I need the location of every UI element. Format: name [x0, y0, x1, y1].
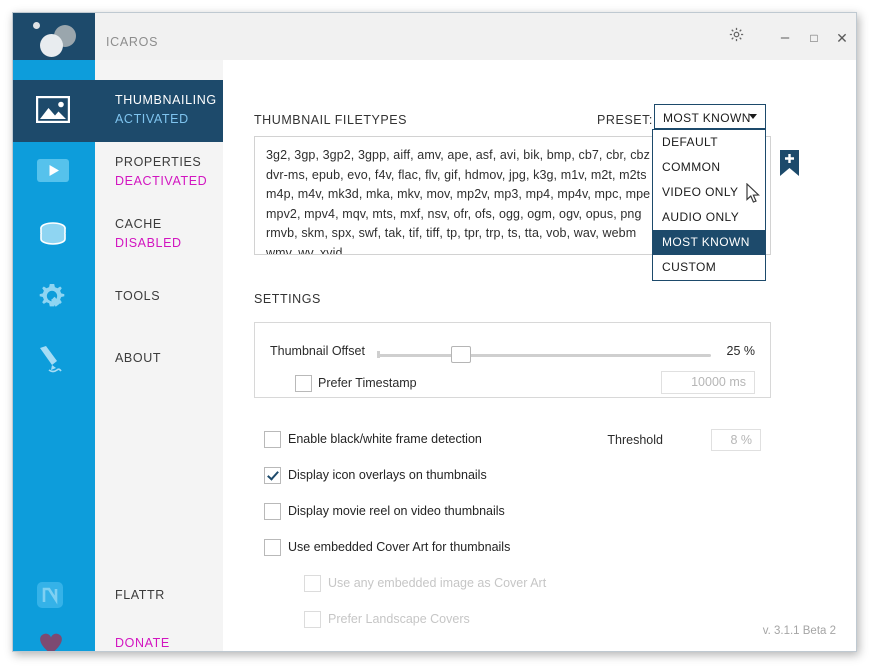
sidebar-item-properties[interactable]: PROPERTIES DEACTIVATED [13, 142, 223, 204]
image-icon [35, 95, 72, 126]
preset-dropdown-menu[interactable]: DEFAULT COMMON VIDEO ONLY AUDIO ONLY MOS… [652, 129, 766, 281]
thumbnail-offset-value: 25 % [726, 344, 756, 358]
preset-option-video-only[interactable]: VIDEO ONLY [653, 180, 765, 205]
preset-option-common[interactable]: COMMON [653, 155, 765, 180]
sidebar-item-status: DISABLED [115, 236, 182, 250]
sidebar-item-label: FLATTR [115, 588, 165, 602]
thumbnail-offset-group: Thumbnail Offset 25 % Prefer Timestamp 1… [254, 322, 771, 398]
version-label: v. 3.1.1 Beta 2 [762, 625, 836, 637]
threshold-input[interactable]: 8 % [711, 429, 761, 451]
minimize-button[interactable]: – [775, 28, 795, 48]
chevron-down-icon [749, 114, 757, 119]
option-row-landscape-covers: Prefer Landscape Covers [254, 610, 771, 632]
slider-track [377, 354, 711, 357]
flattr-icon [36, 581, 72, 611]
video-play-icon [36, 158, 72, 188]
display-icon-overlays-checkbox[interactable] [264, 467, 281, 484]
logo-bubble-small [33, 22, 40, 29]
close-button[interactable]: ✕ [832, 28, 852, 48]
title-bar: ICAROS – □ ✕ [13, 13, 856, 60]
option-row-any-embedded-image: Use any embedded image as Cover Art [254, 574, 771, 596]
logo-bubble-large [40, 34, 63, 57]
use-any-embedded-image-checkbox [304, 575, 321, 592]
option-label: Use any embedded image as Cover Art [328, 576, 547, 590]
sidebar-item-label: DONATE [115, 636, 170, 650]
preset-selected-value: MOST KNOWN [663, 111, 751, 125]
sidebar-item-label: ABOUT [115, 351, 162, 365]
thumbnail-offset-slider[interactable] [377, 346, 711, 363]
option-label: Use embedded Cover Art for thumbnails [288, 540, 511, 554]
sidebar-item-tools[interactable]: TOOLS [13, 266, 223, 328]
enable-bw-frame-detection-checkbox[interactable] [264, 431, 281, 448]
sidebar-item-about[interactable]: ABOUT [13, 328, 223, 390]
settings-gear-icon[interactable] [726, 26, 746, 46]
gear-wrench-icon [36, 282, 72, 312]
prefer-timestamp-label: Prefer Timestamp [318, 376, 417, 390]
preset-option-audio-only[interactable]: AUDIO ONLY [653, 205, 765, 230]
heart-icon [36, 629, 72, 651]
sidebar-item-label: PROPERTIES [115, 155, 202, 169]
option-row-movie-reel: Display movie reel on video thumbnails [254, 502, 771, 524]
sidebar-item-label: TOOLS [115, 289, 161, 303]
sidebar-item-label: CACHE [115, 217, 162, 231]
prefer-timestamp-row: Prefer Timestamp 10000 ms [255, 371, 770, 399]
preset-option-custom[interactable]: CUSTOM [653, 255, 765, 280]
database-stack-icon [36, 220, 72, 250]
option-label: Display movie reel on video thumbnails [288, 504, 505, 518]
threshold-label: Threshold [607, 433, 663, 447]
option-label: Display icon overlays on thumbnails [288, 468, 487, 482]
filetypes-heading: THUMBNAIL FILETYPES [254, 113, 408, 127]
option-row-cover-art: Use embedded Cover Art for thumbnails [254, 538, 771, 560]
sidebar-item-donate[interactable]: DONATE [13, 613, 223, 651]
option-row-icon-overlays: Display icon overlays on thumbnails [254, 466, 771, 488]
thumbnail-offset-label: Thumbnail Offset [270, 344, 365, 358]
preset-dropdown-button[interactable]: MOST KNOWN [654, 104, 766, 129]
app-logo [13, 13, 95, 60]
option-label: Prefer Landscape Covers [328, 612, 470, 626]
sidebar-item-status: DEACTIVATED [115, 174, 208, 188]
sidebar-item-cache[interactable]: CACHE DISABLED [13, 204, 223, 266]
pen-signature-icon [36, 344, 72, 374]
maximize-button[interactable]: □ [804, 28, 824, 48]
slider-thumb[interactable] [450, 346, 471, 363]
use-embedded-cover-art-checkbox[interactable] [264, 539, 281, 556]
preset-label: PRESET: [597, 113, 653, 127]
sidebar-item-label: THUMBNAILING [115, 93, 217, 107]
application-window: ICAROS – □ ✕ THUMBNAILING ACTIVATED PROP… [12, 12, 857, 652]
sidebar: THUMBNAILING ACTIVATED PROPERTIES DEACTI… [13, 60, 223, 651]
main-content: THUMBNAIL FILETYPES PRESET: 3g2, 3gp, 3g… [223, 60, 856, 651]
slider-start-cap [377, 351, 380, 358]
bookmark-plus-icon[interactable] [780, 150, 799, 176]
sidebar-item-thumbnailing[interactable]: THUMBNAILING ACTIVATED [13, 80, 223, 142]
prefer-landscape-covers-checkbox [304, 611, 321, 628]
option-row-bw-detection: Enable black/white frame detection Thres… [254, 429, 771, 452]
preset-option-most-known[interactable]: MOST KNOWN [653, 230, 765, 255]
timestamp-input[interactable]: 10000 ms [661, 371, 755, 394]
option-label: Enable black/white frame detection [288, 432, 482, 446]
sidebar-item-status: ACTIVATED [115, 112, 189, 126]
display-movie-reel-checkbox[interactable] [264, 503, 281, 520]
preset-option-default[interactable]: DEFAULT [653, 130, 765, 155]
app-title: ICAROS [106, 35, 159, 49]
prefer-timestamp-checkbox[interactable] [295, 375, 312, 392]
settings-heading: SETTINGS [254, 292, 321, 306]
